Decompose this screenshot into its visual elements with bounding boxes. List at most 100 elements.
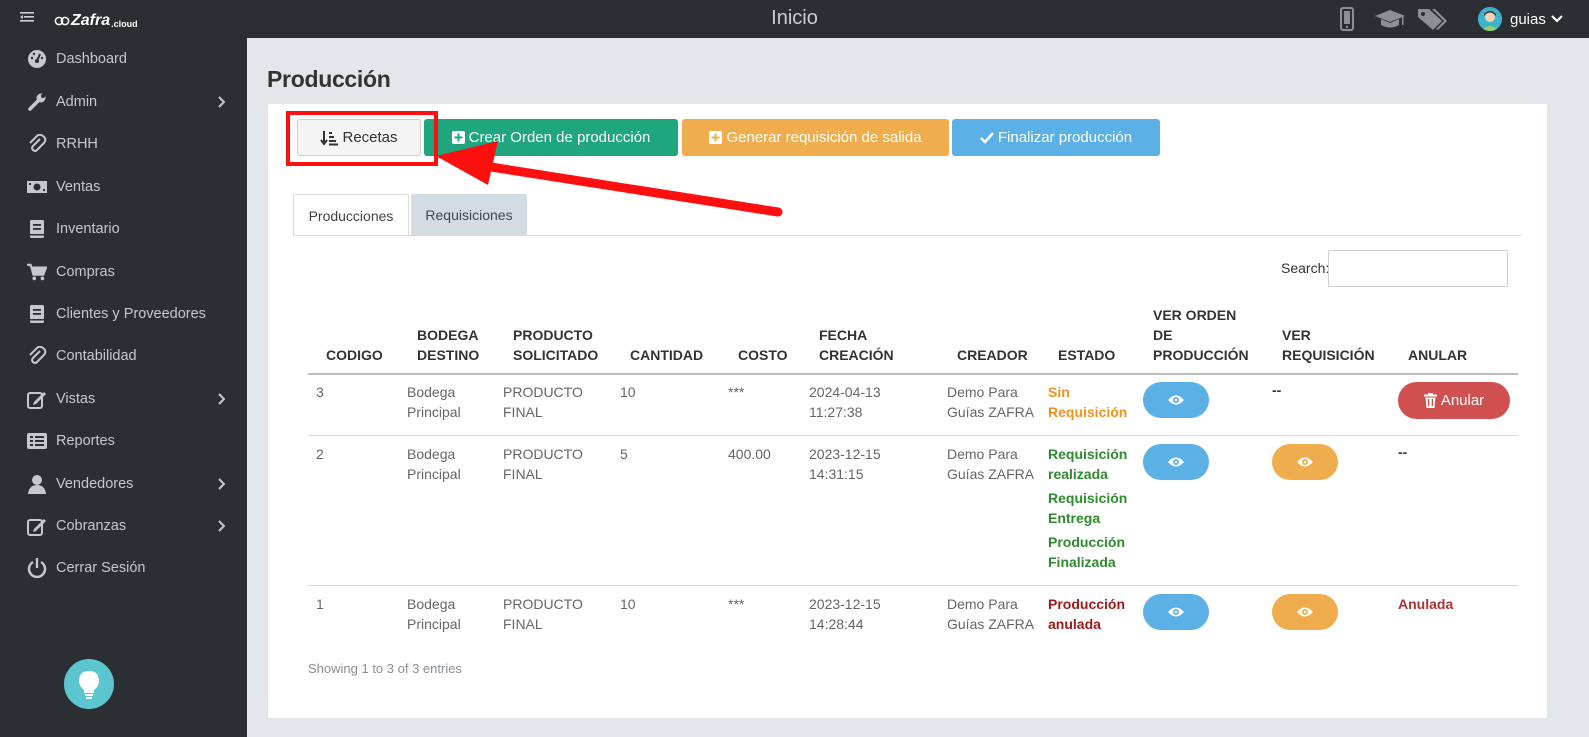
table-header-divider <box>308 373 1518 375</box>
cell-codigo: 2 <box>316 446 324 462</box>
sidebar-item-reportes[interactable]: Reportes <box>0 424 247 458</box>
search-label: Search: <box>1281 260 1330 276</box>
status-text: Requisición <box>1048 490 1128 506</box>
th-fecha-line1[interactable]: FECHA <box>819 325 867 345</box>
th-ver-orden-line2[interactable]: DE <box>1153 325 1172 345</box>
ver-orden-button[interactable] <box>1143 444 1209 480</box>
app-logo[interactable]: Zafra .cloud <box>54 12 138 30</box>
sidebar-item-vistas[interactable]: Vistas <box>0 382 247 416</box>
cell-creador: Guías ZAFRA <box>947 466 1035 482</box>
th-estado[interactable]: ESTADO <box>1058 345 1115 365</box>
cell-cantidad: 5 <box>620 446 628 462</box>
sidebar-item-cerrar-sesion[interactable]: Cerrar Sesión <box>0 551 247 585</box>
th-costo[interactable]: COSTO <box>738 345 788 365</box>
cart-icon <box>27 262 47 282</box>
sidebar-item-label: Inventario <box>56 221 120 237</box>
cell-codigo: 3 <box>316 384 324 400</box>
sidebar-item-clientes-proveedores[interactable]: Clientes y Proveedores <box>0 297 247 331</box>
status-text: realizada <box>1048 466 1108 482</box>
sidebar-item-ventas[interactable]: Ventas <box>0 170 247 204</box>
graduation-cap-icon[interactable] <box>1374 7 1406 31</box>
th-bodega-line2[interactable]: DESTINO <box>417 345 479 365</box>
tab-requisiciones[interactable]: Requisiciones <box>411 194 527 236</box>
cell-creador: Demo Para <box>947 384 1018 400</box>
th-ver-orden-line1[interactable]: VER ORDEN <box>1153 305 1236 325</box>
crear-orden-button[interactable]: Crear Orden de producción <box>424 119 678 156</box>
sidebar-item-label: Vendedores <box>56 476 134 492</box>
generar-requisicion-label: Generar requisición de salida <box>726 129 922 146</box>
sidebar-item-label: RRHH <box>56 136 98 152</box>
sidebar-item-compras[interactable]: Compras <box>0 255 247 289</box>
crear-orden-label: Crear Orden de producción <box>468 129 651 146</box>
status-text: Finalizada <box>1048 554 1116 570</box>
plus-square-icon <box>451 131 465 144</box>
cell-costo: *** <box>728 596 745 612</box>
cell-bodega: Principal <box>407 466 461 482</box>
cell-cantidad: 10 <box>620 596 636 612</box>
anulada-status: Anulada <box>1398 596 1454 612</box>
cell-creador: Guías ZAFRA <box>947 616 1035 632</box>
th-producto-line1[interactable]: PRODUCTO <box>513 325 593 345</box>
th-codigo[interactable]: CODIGO <box>326 345 383 365</box>
th-creador[interactable]: CREADOR <box>957 345 1028 365</box>
annotation-highlight-box <box>286 111 438 166</box>
mobile-icon[interactable] <box>1338 7 1356 31</box>
plus-square-icon <box>709 131 723 144</box>
anular-button[interactable]: Anular <box>1398 382 1510 419</box>
tab-divider <box>293 235 1522 236</box>
th-cantidad[interactable]: CANTIDAD <box>630 345 703 365</box>
sidebar-item-dashboard[interactable]: Dashboard <box>0 42 247 76</box>
book-icon <box>27 304 47 324</box>
th-ver-requisicion-line2[interactable]: REQUISICIÓN <box>1282 345 1375 365</box>
trash-icon <box>1423 393 1437 408</box>
cell-producto: PRODUCTO <box>503 596 583 612</box>
lightbulb-icon <box>79 671 99 699</box>
search-input[interactable] <box>1328 250 1508 287</box>
ver-requisicion-button[interactable] <box>1272 444 1338 480</box>
user-name: guias <box>1510 10 1546 28</box>
th-anular[interactable]: ANULAR <box>1408 345 1467 365</box>
ver-requisicion-button[interactable] <box>1272 594 1338 630</box>
tags-icon[interactable] <box>1416 7 1448 31</box>
cell-bodega: Bodega <box>407 596 456 612</box>
sidebar-item-cobranzas[interactable]: Cobranzas <box>0 509 247 543</box>
cell-fecha: 14:28:44 <box>809 616 864 632</box>
generar-requisicion-button[interactable]: Generar requisición de salida <box>682 119 949 156</box>
user-menu[interactable]: guias <box>1478 7 1563 31</box>
help-bulb-button[interactable] <box>64 659 114 709</box>
sidebar-item-contabilidad[interactable]: Contabilidad <box>0 339 247 373</box>
sidebar-item-inventario[interactable]: Inventario <box>0 212 247 246</box>
sidebar-item-admin[interactable]: Admin <box>0 85 247 119</box>
chevron-right-icon <box>218 520 226 532</box>
th-producto-line2[interactable]: SOLICITADO <box>513 345 598 365</box>
menu-toggle-icon[interactable] <box>19 10 35 26</box>
finalizar-produccion-button[interactable]: Finalizar producción <box>952 119 1160 156</box>
ver-orden-button[interactable] <box>1143 594 1209 630</box>
anular-empty: -- <box>1398 444 1408 460</box>
status-text: Entrega <box>1048 510 1101 526</box>
sidebar-item-vendedores[interactable]: Vendedores <box>0 467 247 501</box>
sidebar-item-label: Admin <box>56 94 98 110</box>
tab-producciones[interactable]: Producciones <box>293 194 409 236</box>
th-ver-requisicion-line1[interactable]: VER <box>1282 325 1311 345</box>
sidebar-item-label: Ventas <box>56 179 101 195</box>
sidebar-item-rrhh[interactable]: RRHH <box>0 127 247 161</box>
th-ver-orden-line3[interactable]: PRODUCCIÓN <box>1153 345 1249 365</box>
anular-label: Anular <box>1440 392 1485 409</box>
cell-fecha: 14:31:15 <box>809 466 864 482</box>
cell-creador: Guías ZAFRA <box>947 404 1035 420</box>
th-fecha-line2[interactable]: CREACIÓN <box>819 345 894 365</box>
power-icon <box>27 558 47 578</box>
th-bodega-line1[interactable]: BODEGA <box>417 325 478 345</box>
ver-orden-button[interactable] <box>1143 382 1209 418</box>
sidebar-item-label: Cerrar Sesión <box>56 560 146 576</box>
tab-label: Producciones <box>308 207 394 224</box>
dashboard-icon <box>27 49 47 69</box>
cell-bodega: Principal <box>407 404 461 420</box>
cell-bodega: Bodega <box>407 384 456 400</box>
cell-bodega: Principal <box>407 616 461 632</box>
chevron-right-icon <box>218 96 226 108</box>
eye-icon <box>1168 607 1184 617</box>
sidebar: Dashboard Admin RRHH Ventas Inventario C… <box>0 38 247 737</box>
chevron-right-icon <box>218 478 226 490</box>
